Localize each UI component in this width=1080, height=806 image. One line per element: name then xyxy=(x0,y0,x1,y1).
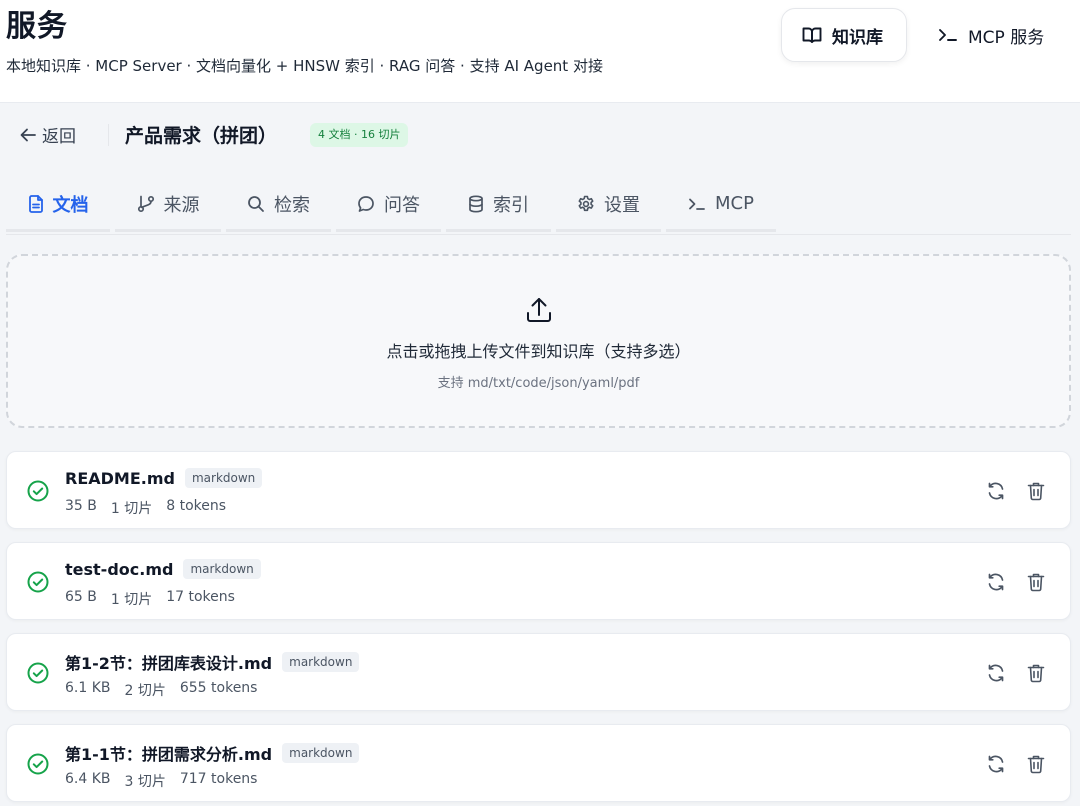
page-title: 服务 xyxy=(6,9,68,44)
document-meta: 6.4 KB 3 切片 717 tokens xyxy=(65,771,257,791)
tab-qa[interactable]: 问答 xyxy=(336,178,441,232)
document-name: README.md xyxy=(65,468,175,488)
document-size: 6.4 KB xyxy=(65,771,111,787)
arrow-left-icon xyxy=(20,128,36,141)
document-row: test-doc.md markdown 65 B 1 切片 17 tokens xyxy=(6,542,1071,620)
trash-icon xyxy=(1027,755,1045,774)
tab-documents[interactable]: 文档 xyxy=(6,178,110,232)
delete-button[interactable] xyxy=(1025,753,1047,775)
check-circle-icon xyxy=(27,480,49,502)
kb-title-row: 返回 产品需求（拼团） 4 文档 · 16 切片 xyxy=(0,112,1080,158)
document-row: README.md markdown 35 B 1 切片 8 tokens xyxy=(6,451,1071,529)
upload-icon xyxy=(527,298,551,322)
document-size: 6.1 KB xyxy=(65,680,111,696)
reindex-button[interactable] xyxy=(985,662,1007,684)
refresh-icon xyxy=(988,573,1004,591)
nav-mcp-service-button[interactable]: MCP 服务 xyxy=(918,8,1068,62)
trash-icon xyxy=(1027,573,1045,592)
terminal-icon xyxy=(939,29,957,41)
document-row: 第1-2节：拼团库表设计.md markdown 6.1 KB 2 切片 655… xyxy=(6,633,1071,711)
refresh-icon xyxy=(988,482,1004,500)
document-size: 35 B xyxy=(65,498,97,514)
document-tokens: 8 tokens xyxy=(166,498,227,514)
trash-icon xyxy=(1027,664,1045,683)
tab-index-label: 索引 xyxy=(493,194,529,216)
git-branch-icon xyxy=(137,195,154,212)
title-divider xyxy=(108,124,109,146)
reindex-button[interactable] xyxy=(985,480,1007,502)
tab-search-label: 检索 xyxy=(274,194,310,216)
document-name: test-doc.md xyxy=(65,559,174,579)
tab-sources[interactable]: 来源 xyxy=(115,178,221,232)
tab-settings[interactable]: 设置 xyxy=(556,178,661,232)
document-tokens: 717 tokens xyxy=(179,771,258,787)
tab-mcp[interactable]: MCP xyxy=(666,178,776,232)
tab-mcp-label: MCP xyxy=(715,193,754,214)
delete-button[interactable] xyxy=(1025,571,1047,593)
document-type-badge: markdown xyxy=(184,468,263,488)
document-meta: 6.1 KB 2 切片 655 tokens xyxy=(65,680,257,700)
document-meta: 35 B 1 切片 8 tokens xyxy=(65,498,226,518)
document-chunks: 1 切片 xyxy=(110,592,153,608)
file-text-icon xyxy=(28,194,43,213)
document-type-badge: markdown xyxy=(282,743,360,763)
check-circle-icon xyxy=(27,753,49,775)
document-name: 第1-2节：拼团库表设计.md xyxy=(65,654,273,673)
nav-knowledge-base-button[interactable]: 知识库 xyxy=(781,8,907,62)
upload-dropzone[interactable]: 点击或拖拽上传文件到知识库（支持多选） 支持 md/txt/code/json/… xyxy=(6,254,1071,428)
page-subtitle: 本地知识库 · MCP Server · 文档向量化 + HNSW 索引 · R… xyxy=(6,57,603,75)
document-tokens: 655 tokens xyxy=(179,680,258,696)
delete-button[interactable] xyxy=(1025,480,1047,502)
tab-index[interactable]: 索引 xyxy=(446,178,551,232)
refresh-icon xyxy=(988,755,1004,773)
upload-title: 点击或拖拽上传文件到知识库（支持多选） xyxy=(386,342,691,361)
kb-tabs: 文档 来源 检索 问答 索引 设置 MCP xyxy=(6,178,1071,235)
reindex-button[interactable] xyxy=(985,753,1007,775)
check-circle-icon xyxy=(27,662,49,684)
nav-knowledge-base-label: 知识库 xyxy=(832,27,883,48)
chat-bubble-icon xyxy=(358,195,374,212)
document-name: 第1-1节：拼团需求分析.md xyxy=(65,745,273,764)
tab-settings-label: 设置 xyxy=(604,194,640,216)
database-icon xyxy=(469,194,483,213)
back-label: 返回 xyxy=(42,127,76,147)
document-size: 65 B xyxy=(65,589,97,605)
app-header: 服务 本地知识库 · MCP Server · 文档向量化 + HNSW 索引 … xyxy=(0,0,1080,103)
tab-documents-label: 文档 xyxy=(52,194,89,216)
book-open-icon xyxy=(802,27,822,43)
document-row: 第1-1节：拼团需求分析.md markdown 6.4 KB 3 切片 717… xyxy=(6,724,1071,802)
terminal-icon xyxy=(689,198,705,210)
tab-sources-label: 来源 xyxy=(163,194,200,216)
back-button[interactable]: 返回 xyxy=(20,122,76,147)
document-meta: 65 B 1 切片 17 tokens xyxy=(65,589,235,609)
tab-qa-label: 问答 xyxy=(384,194,420,216)
kb-name: 产品需求（拼团） xyxy=(125,125,278,147)
nav-mcp-service-label: MCP 服务 xyxy=(968,27,1045,48)
delete-button[interactable] xyxy=(1025,662,1047,684)
reindex-button[interactable] xyxy=(985,571,1007,593)
document-chunks: 3 切片 xyxy=(124,774,166,790)
document-type-badge: markdown xyxy=(282,652,360,672)
refresh-icon xyxy=(988,664,1004,682)
gear-icon xyxy=(578,195,594,211)
tab-search[interactable]: 检索 xyxy=(226,178,331,232)
document-chunks: 1 切片 xyxy=(110,501,153,517)
check-circle-icon xyxy=(27,571,49,593)
upload-hint: 支持 md/txt/code/json/yaml/pdf xyxy=(437,376,640,391)
search-icon xyxy=(248,195,264,212)
document-type-badge: markdown xyxy=(183,559,261,579)
document-tokens: 17 tokens xyxy=(166,589,235,605)
trash-icon xyxy=(1027,482,1045,501)
document-chunks: 2 切片 xyxy=(124,683,166,699)
kb-stats-badge: 4 文档 · 16 切片 xyxy=(310,123,409,147)
